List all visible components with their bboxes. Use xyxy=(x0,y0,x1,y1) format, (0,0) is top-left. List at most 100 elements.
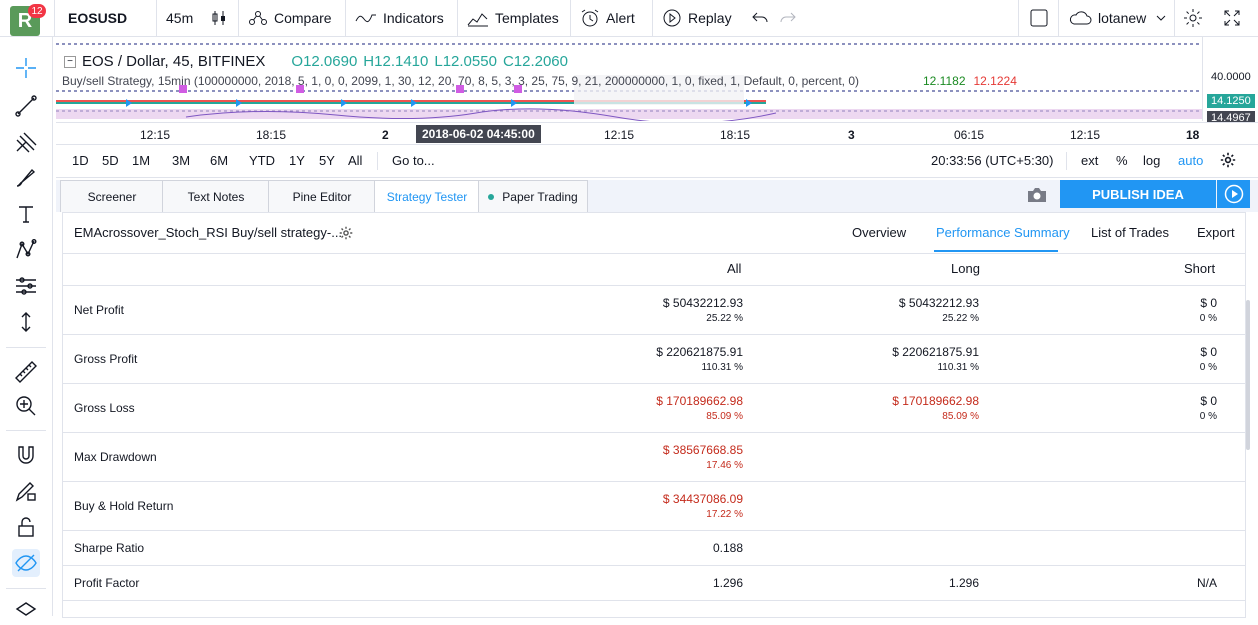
prediction-tool[interactable] xyxy=(12,272,40,300)
gear-icon xyxy=(1184,9,1202,27)
remove-drawings-tool[interactable] xyxy=(12,597,40,625)
tab-pine-editor[interactable]: Pine Editor xyxy=(268,180,376,212)
gear-icon xyxy=(339,226,353,240)
range-5d[interactable]: 5D xyxy=(102,153,119,168)
strategy-name[interactable]: EMAcrossover_Stoch_RSI Buy/sell strategy… xyxy=(74,225,342,240)
strategy-settings-button[interactable] xyxy=(339,226,353,245)
snapshot-button[interactable] xyxy=(1026,186,1048,209)
range-6m[interactable]: 6M xyxy=(210,153,228,168)
pitchfork-icon xyxy=(16,132,37,153)
publish-idea-button[interactable]: PUBLISH IDEA xyxy=(1060,180,1216,208)
strategy-value-2: 12.1224 xyxy=(973,74,1017,88)
table-row: Gross Loss $ 170189662.98 85.09 % $ 1701… xyxy=(63,384,1245,433)
tab-screener[interactable]: Screener xyxy=(60,180,164,212)
cloud-save-button[interactable]: lotanew xyxy=(1068,0,1172,36)
symbol-search-button[interactable]: EOSUSD xyxy=(68,0,127,36)
ruler-tool[interactable] xyxy=(12,358,40,386)
settings-button[interactable] xyxy=(1183,0,1209,36)
alert-button[interactable]: Alert xyxy=(580,0,635,36)
replay-button[interactable]: Replay xyxy=(662,0,732,36)
hide-drawings-tool[interactable] xyxy=(12,549,40,577)
indicators-icon xyxy=(355,14,376,23)
range-all[interactable]: All xyxy=(348,153,362,168)
indicators-button[interactable]: Indicators xyxy=(355,0,444,36)
scrollbar[interactable] xyxy=(1246,300,1250,450)
time-tick: 18 xyxy=(1186,128,1200,142)
pencil-lock-icon xyxy=(15,482,36,502)
col-header-all: All xyxy=(727,261,742,276)
auto-scale-toggle[interactable]: auto xyxy=(1178,153,1203,168)
chart-settings-button[interactable] xyxy=(1220,152,1236,173)
candles-icon xyxy=(212,11,225,25)
table-row: Buy & Hold Return $ 34437086.09 17.22 % xyxy=(63,482,1245,531)
table-row: Max Drawdown $ 38567668.85 17.46 % xyxy=(63,433,1245,482)
chart-legend: − EOS / Dollar, 45, BITFINEX O12.0690 H1… xyxy=(64,53,568,70)
tab-overview[interactable]: Overview xyxy=(852,225,906,240)
interval-button[interactable]: 45m xyxy=(166,0,193,36)
collapse-legend-icon[interactable]: − xyxy=(64,56,76,68)
ruler-icon xyxy=(15,361,37,383)
measure-arrow-tool[interactable] xyxy=(12,308,40,336)
range-1d[interactable]: 1D xyxy=(72,153,89,168)
percent-scale-toggle[interactable]: % xyxy=(1116,153,1128,168)
zoom-tool[interactable] xyxy=(12,392,40,420)
pitchfork-tool[interactable] xyxy=(12,128,40,156)
range-1y[interactable]: 1Y xyxy=(289,153,305,168)
undo-icon xyxy=(752,12,768,23)
layout-select-button[interactable] xyxy=(1030,0,1054,36)
ohlc-close: C12.2060 xyxy=(502,53,568,70)
table-row: Profit Factor 1.296 1.296 N/A xyxy=(63,566,1245,601)
lock-icon xyxy=(18,517,34,537)
crosshair-time-label: 2018-06-02 04:45:00 xyxy=(416,125,541,143)
text-tool[interactable] xyxy=(12,200,40,228)
compare-button[interactable]: Compare xyxy=(248,0,332,36)
tab-strategy-tester[interactable]: Strategy Tester xyxy=(374,180,480,212)
pattern-tool[interactable] xyxy=(12,236,40,264)
price-label: 40.0000 xyxy=(1211,71,1251,83)
last-price-label: 14.1250 xyxy=(1207,94,1255,108)
clock-timezone[interactable]: 20:33:56 (UTC+5:30) xyxy=(931,153,1053,168)
templates-button[interactable]: Templates xyxy=(467,0,559,36)
eye-crossed-icon xyxy=(15,554,37,572)
magnet-icon xyxy=(18,446,34,464)
strategy-params: Buy/sell Strategy, 15min (100000000, 201… xyxy=(62,74,859,88)
goto-date-button[interactable]: Go to... xyxy=(392,153,435,168)
tab-list-of-trades[interactable]: List of Trades xyxy=(1091,225,1169,240)
strategy-legend[interactable]: Buy/sell Strategy, 15min (100000000, 201… xyxy=(62,74,1017,88)
status-dot-icon xyxy=(488,193,495,200)
price-axis[interactable]: 40.0000 14.1250 14.4967 xyxy=(1202,37,1258,125)
tab-export[interactable]: Export xyxy=(1197,225,1235,240)
trend-line-tool[interactable] xyxy=(12,92,40,120)
range-5y[interactable]: 5Y xyxy=(319,153,335,168)
strategy-header: EMAcrossover_Stoch_RSI Buy/sell strategy… xyxy=(63,213,1245,254)
lock-drawings-tool[interactable] xyxy=(12,513,40,541)
tab-paper-trading[interactable]: Paper Trading xyxy=(478,180,588,212)
publish-play-button[interactable] xyxy=(1217,180,1250,208)
symbol-title: EOS / Dollar, 45, BITFINEX xyxy=(82,53,266,70)
undo-button[interactable] xyxy=(752,0,774,36)
brush-tool[interactable] xyxy=(12,164,40,192)
crosshair-tool[interactable] xyxy=(12,54,40,82)
tab-performance-summary[interactable]: Performance Summary xyxy=(936,225,1070,240)
table-row: Gross Profit $ 220621875.91 110.31 % $ 2… xyxy=(63,335,1245,384)
fullscreen-button[interactable] xyxy=(1224,0,1246,36)
stay-drawing-tool[interactable] xyxy=(12,477,40,505)
chart-pane[interactable]: − EOS / Dollar, 45, BITFINEX O12.0690 H1… xyxy=(56,37,1202,121)
range-ytd[interactable]: YTD xyxy=(249,153,275,168)
time-tick: 3 xyxy=(848,128,855,142)
extended-hours-toggle[interactable]: ext xyxy=(1081,153,1098,168)
range-1m[interactable]: 1M xyxy=(132,153,150,168)
log-scale-toggle[interactable]: log xyxy=(1143,153,1160,168)
redo-button[interactable] xyxy=(780,0,802,36)
ohlc-open: O12.0690 xyxy=(291,53,358,70)
chevron-down-icon xyxy=(1156,15,1166,21)
tab-text-notes[interactable]: Text Notes xyxy=(162,180,270,212)
time-axis[interactable]: 12:15 18:15 2 2018-06-02 04:45:00 12:15 … xyxy=(56,122,1258,145)
magnet-tool[interactable] xyxy=(12,441,40,469)
pattern-icon xyxy=(16,239,37,259)
replay-icon xyxy=(663,9,681,27)
drawing-toolbar xyxy=(0,37,53,616)
chart-style-button[interactable] xyxy=(210,0,234,36)
range-3m[interactable]: 3M xyxy=(172,153,190,168)
square-layout-icon xyxy=(1030,9,1048,27)
